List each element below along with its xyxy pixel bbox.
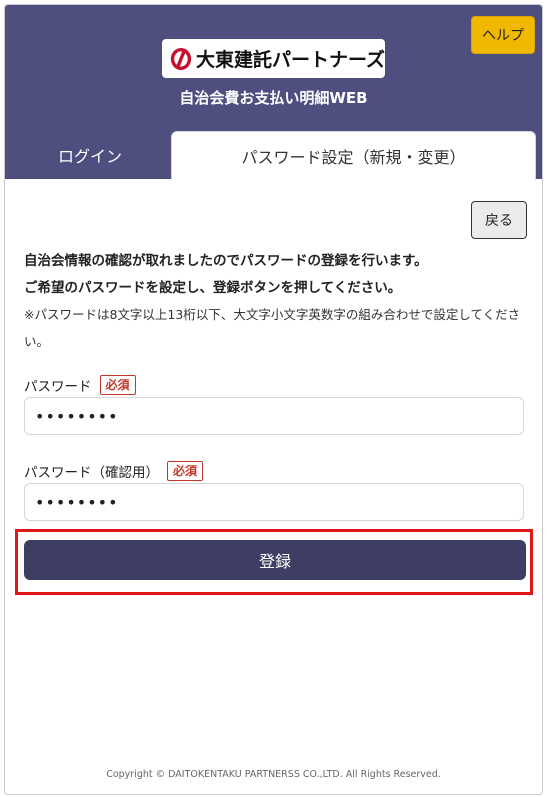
password-confirm-label-row: パスワード（確認用） 必須 <box>24 461 204 481</box>
app-title: 自治会費お支払い明細WEB <box>179 89 368 107</box>
copyright-footer: Copyright © DAITOKENTAKU PARTNERSS CO.,L… <box>106 769 441 780</box>
instruction-line-2: ご希望のパスワードを設定し、登録ボタンを押してください。 <box>24 280 402 296</box>
logo-text: 大東建託パートナーズ <box>195 49 385 71</box>
password-label: パスワード <box>24 379 92 395</box>
back-button[interactable]: 戻る <box>471 201 527 239</box>
company-logo: 大東建託パートナーズ <box>162 39 385 78</box>
header: ヘルプ 大東建託パートナーズ 自治会費お支払い明細WEB ログイン パスワード設… <box>5 5 542 180</box>
required-badge: 必須 <box>99 375 136 395</box>
password-rule-note: ※パスワードは8文字以上13桁以下、大文字小文字英数字の組み合わせで設定してくだ… <box>24 307 521 349</box>
tab-password-setting[interactable]: パスワード設定（新規・変更） <box>171 131 536 180</box>
required-badge: 必須 <box>167 461 204 481</box>
help-button[interactable]: ヘルプ <box>471 16 535 54</box>
app-frame: ヘルプ 大東建託パートナーズ 自治会費お支払い明細WEB ログイン パスワード設… <box>4 4 543 795</box>
password-label-row: パスワード 必須 <box>24 375 136 395</box>
logo-mark-icon <box>170 47 192 70</box>
password-confirm-label: パスワード（確認用） <box>24 465 159 481</box>
password-input[interactable]: •••••••• <box>24 397 524 435</box>
instruction-line-1: 自治会情報の確認が取れましたのでパスワードの登録を行います。 <box>24 253 428 269</box>
tab-login[interactable]: ログイン <box>5 131 175 179</box>
register-button[interactable]: 登録 <box>24 540 526 580</box>
password-confirm-input[interactable]: •••••••• <box>24 483 524 521</box>
